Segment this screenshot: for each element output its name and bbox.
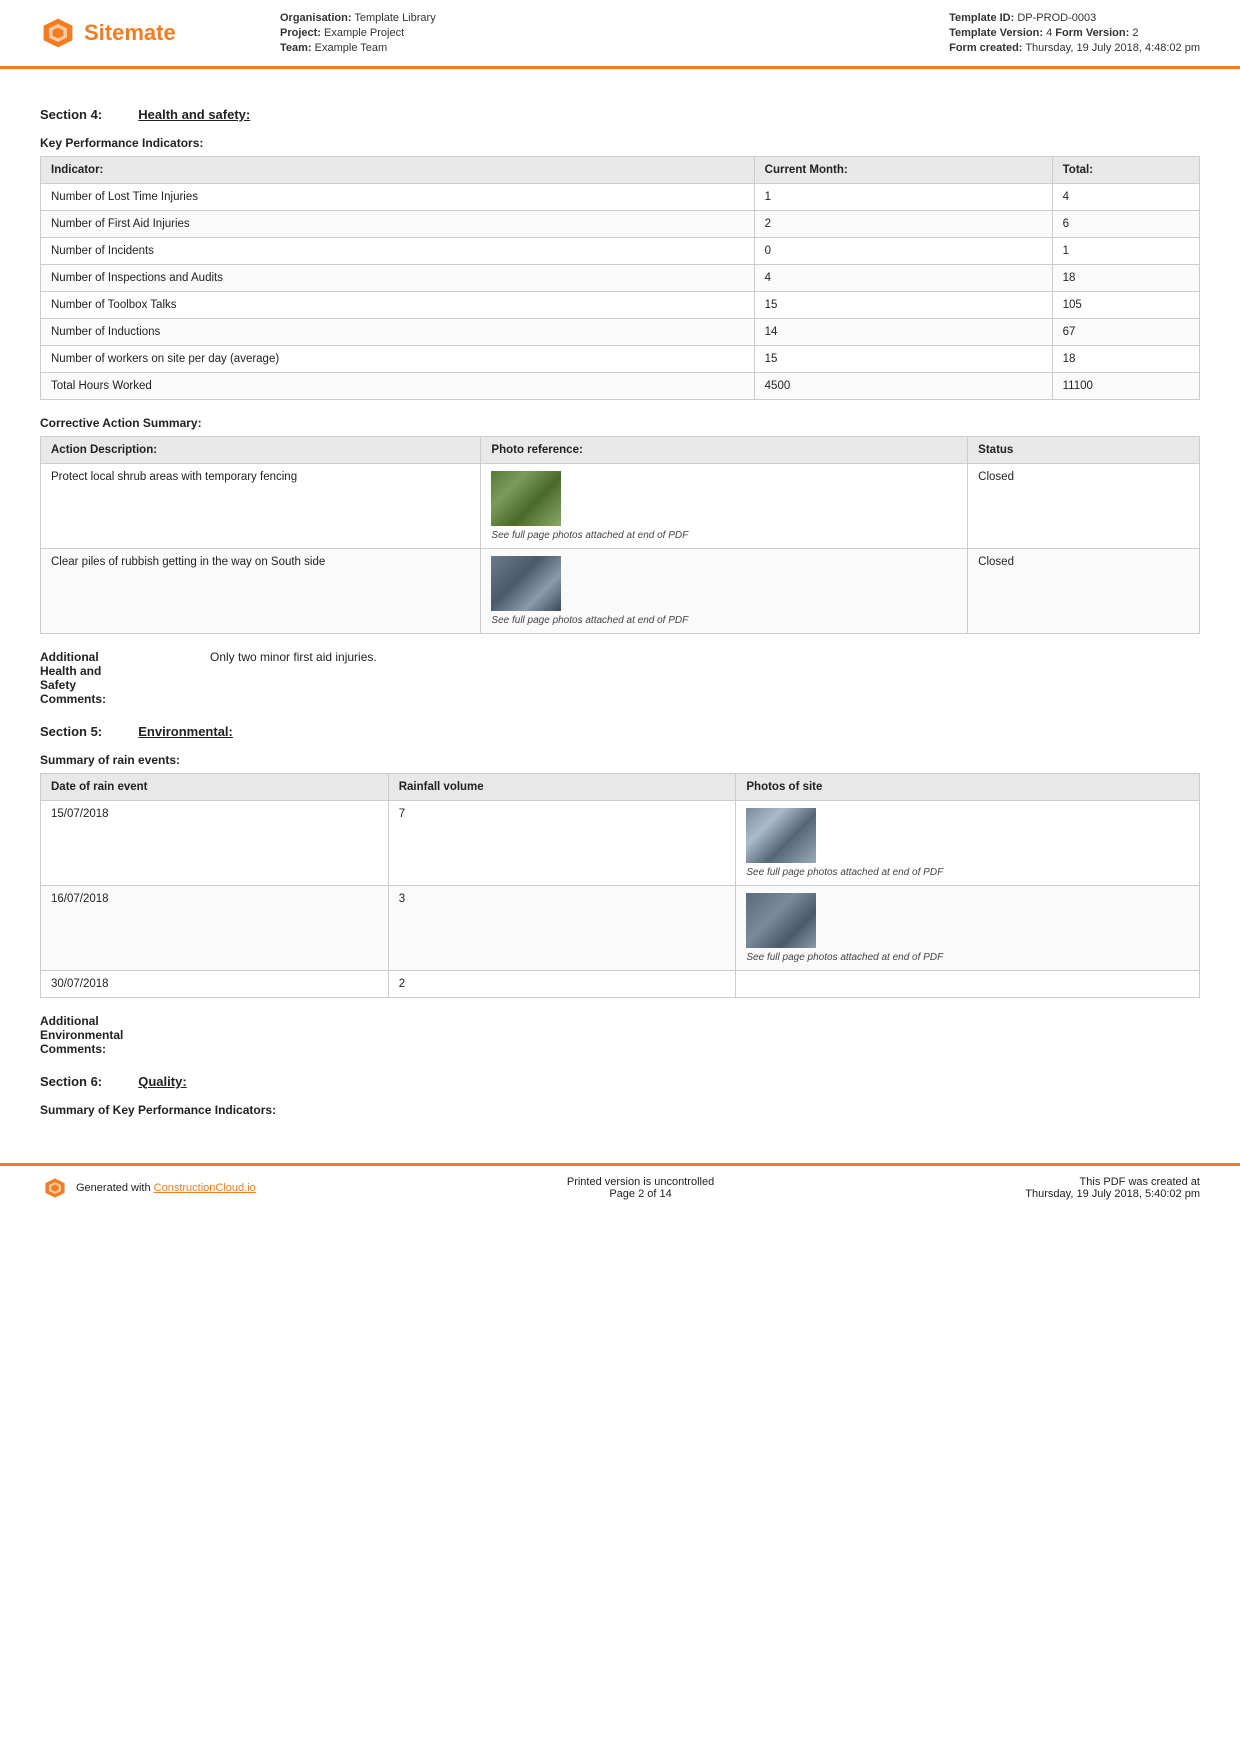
table-row: Number of Inductions1467 (41, 319, 1200, 346)
section4-title: Section 4: Health and safety: (40, 107, 1200, 122)
photo-thumbnail (491, 471, 561, 526)
table-row: Number of Incidents01 (41, 238, 1200, 265)
additional-hs-value: Only two minor first aid injuries. (210, 650, 377, 706)
team-line: Team: Example Team (280, 42, 436, 54)
header-meta: Organisation: Template Library Project: … (200, 12, 1200, 54)
header-right-col: Template ID: DP-PROD-0003 Template Versi… (949, 12, 1200, 54)
table-row: Clear piles of rubbish getting in the wa… (41, 549, 1200, 634)
table-row: 30/07/20182 (41, 971, 1200, 998)
additional-hs-comments: AdditionalHealth andSafetyComments: Only… (40, 650, 1200, 706)
table-row: Number of Toolbox Talks15105 (41, 292, 1200, 319)
rain-col-photos: Photos of site (736, 774, 1200, 801)
org-line: Organisation: Template Library (280, 12, 436, 24)
footer-logo: Generated with ConstructionCloud.io (40, 1176, 256, 1200)
table-row: Number of Inspections and Audits418 (41, 265, 1200, 292)
footer-right: This PDF was created at Thursday, 19 Jul… (1025, 1176, 1200, 1200)
table-row: Total Hours Worked450011100 (41, 373, 1200, 400)
logo-area: Sitemate (40, 15, 200, 51)
summary-kpi-title: Summary of Key Performance Indicators: (40, 1103, 1200, 1117)
form-created-line: Form created: Thursday, 19 July 2018, 4:… (949, 42, 1200, 54)
template-id-line: Template ID: DP-PROD-0003 (949, 12, 1200, 24)
additional-hs-label: AdditionalHealth andSafetyComments: (40, 650, 170, 706)
page-content: Section 4: Health and safety: Key Perfor… (0, 69, 1240, 1143)
table-row: 15/07/20187See full page photos attached… (41, 801, 1200, 886)
photo-thumbnail (746, 893, 816, 948)
kpi-col-total: Total: (1052, 157, 1199, 184)
section5-title: Section 5: Environmental: (40, 724, 1200, 739)
additional-env-comments: AdditionalEnvironmentalComments: (40, 1014, 1200, 1056)
kpi-title: Key Performance Indicators: (40, 136, 1200, 150)
header-left-col: Organisation: Template Library Project: … (280, 12, 436, 54)
corrective-title: Corrective Action Summary: (40, 416, 1200, 430)
kpi-col-current: Current Month: (754, 157, 1052, 184)
logo-text: Sitemate (84, 20, 176, 46)
footer-link[interactable]: ConstructionCloud.io (154, 1182, 256, 1194)
corrective-col-action: Action Description: (41, 437, 481, 464)
photo-thumbnail (746, 808, 816, 863)
footer-center: Printed version is uncontrolled Page 2 o… (567, 1176, 714, 1200)
additional-env-label: AdditionalEnvironmentalComments: (40, 1014, 170, 1056)
kpi-table: Indicator: Current Month: Total: Number … (40, 156, 1200, 400)
table-row: Number of Lost Time Injuries14 (41, 184, 1200, 211)
template-version-line: Template Version: 4 Form Version: 2 (949, 27, 1200, 39)
project-line: Project: Example Project (280, 27, 436, 39)
footer-logo-icon (40, 1176, 70, 1200)
table-row: 16/07/20183See full page photos attached… (41, 886, 1200, 971)
corrective-col-status: Status (968, 437, 1200, 464)
corrective-col-photo: Photo reference: (481, 437, 968, 464)
footer-generated-text: Generated with ConstructionCloud.io (76, 1182, 256, 1194)
table-row: Number of workers on site per day (avera… (41, 346, 1200, 373)
kpi-col-indicator: Indicator: (41, 157, 755, 184)
table-row: Number of First Aid Injuries26 (41, 211, 1200, 238)
page-header: Sitemate Organisation: Template Library … (0, 0, 1240, 69)
rain-table: Date of rain event Rainfall volume Photo… (40, 773, 1200, 998)
rain-col-date: Date of rain event (41, 774, 389, 801)
section6-title: Section 6: Quality: (40, 1074, 1200, 1089)
table-row: Protect local shrub areas with temporary… (41, 464, 1200, 549)
page-footer: Generated with ConstructionCloud.io Prin… (0, 1163, 1240, 1210)
photo-thumbnail (491, 556, 561, 611)
corrective-table: Action Description: Photo reference: Sta… (40, 436, 1200, 634)
rain-col-volume: Rainfall volume (388, 774, 736, 801)
sitemate-logo-icon (40, 15, 76, 51)
rain-title: Summary of rain events: (40, 753, 1200, 767)
